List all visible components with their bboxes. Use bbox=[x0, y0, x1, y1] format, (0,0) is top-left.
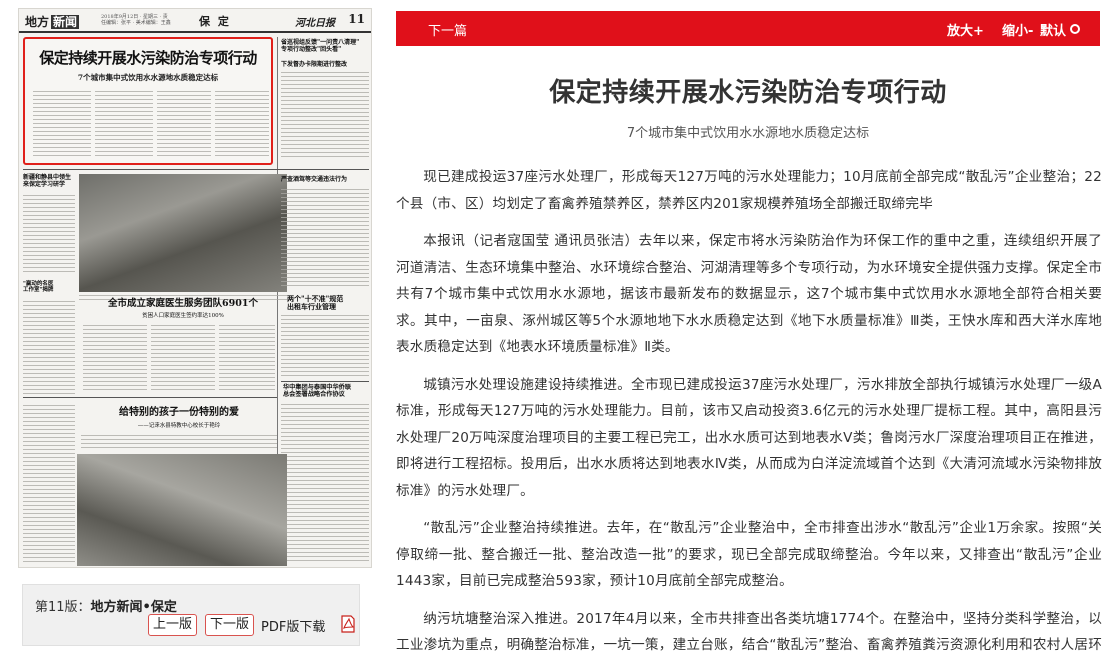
story-headline[interactable]: 华中集团与泰国中华侨联 总会签署战略合作协议 bbox=[283, 384, 371, 398]
text-block bbox=[281, 404, 369, 564]
article-paragraph: 纳污坑塘整治深入推进。2017年4月以来，全市共排查出各类坑塘1774个。在整治… bbox=[396, 610, 1102, 654]
highlighted-article-region[interactable]: 保定持续开展水污染防治专项行动 7个城市集中式饮用水水源地水质稳定达标 bbox=[23, 37, 273, 165]
news-photo bbox=[77, 454, 287, 566]
text-block bbox=[33, 91, 91, 159]
next-page-button[interactable]: 下一版 bbox=[205, 614, 255, 636]
default-size-button[interactable]: 默认 bbox=[1040, 20, 1066, 39]
masthead-date: 2018年9月12日 · 星期三 · 责任编辑：张平 · 美术编辑：王鑫 bbox=[101, 14, 171, 26]
text-block bbox=[281, 72, 369, 158]
text-block bbox=[215, 91, 269, 159]
story-headline[interactable]: 严查酒驾等交通违法行为 bbox=[281, 176, 371, 184]
row-rule bbox=[23, 169, 369, 170]
page-label: 第11版：地方新闻•保定 bbox=[35, 600, 177, 615]
masthead-brand: 河北日报 bbox=[295, 18, 335, 29]
newspaper-page-thumbnail[interactable]: 地方 新闻 2018年9月12日 · 星期三 · 责任编辑：张平 · 美术编辑：王… bbox=[18, 8, 372, 568]
article-title: 保定持续开展水污染防治专项行动 bbox=[549, 78, 947, 108]
article-paragraph: 城镇污水处理设施建设持续推进。全市现已建成投运37座污水处理厂，污水排放全部执行… bbox=[396, 376, 1102, 499]
story-headline[interactable]: 下发督办卡限期进行整改 bbox=[281, 61, 371, 69]
page-info-box: 第11版：地方新闻•保定 上一版 下一版 PDF版下载 bbox=[22, 584, 360, 646]
masthead-section: 保 定 bbox=[199, 15, 231, 28]
article-toolbar: 下一篇 放大+ 缩小- 默认 bbox=[396, 11, 1100, 46]
article-subtitle: 7个城市集中式饮用水水源地水质稳定达标 bbox=[626, 126, 870, 141]
zoom-in-button[interactable]: 放大+ bbox=[947, 20, 984, 39]
preview-article-title: 保定持续开展水污染防治专项行动 bbox=[39, 49, 257, 67]
text-block bbox=[81, 435, 277, 451]
preview-article-subtitle: 7个城市集中式饮用水水源地水质稳定达标 bbox=[77, 73, 219, 82]
text-block bbox=[95, 91, 153, 159]
text-block bbox=[281, 315, 369, 379]
text-block bbox=[23, 405, 75, 565]
article-paragraph: 现已建成投运37座污水处理厂，形成每天127万吨的污水处理能力；10月底前全部完… bbox=[396, 169, 1102, 212]
story-subheadline: ——记涞水县特教中心校长于艳玲 bbox=[137, 423, 221, 429]
text-block bbox=[157, 91, 211, 159]
row-rule bbox=[23, 397, 277, 398]
article-paragraph: “散乱污”企业整治持续推进。去年，在“散乱污”企业整治中，全市排查出涉水“散乱污… bbox=[396, 520, 1102, 589]
masthead-page-number: 11 bbox=[348, 12, 365, 26]
masthead-section-tag: 地方 新闻 bbox=[25, 15, 80, 29]
pdf-download-link[interactable]: PDF版下载 bbox=[261, 616, 325, 635]
row-rule bbox=[281, 381, 369, 382]
text-block bbox=[23, 195, 75, 275]
pdf-icon[interactable] bbox=[340, 615, 356, 633]
text-block bbox=[151, 325, 215, 393]
article-body: 现已建成投运37座污水处理厂，形成每天127万吨的污水处理能力；10月底前全部完… bbox=[396, 164, 1102, 663]
article-paragraph: 本报讯（记者寇国莹 通讯员张洁）去年以来，保定市将水污染防治作为环保工作的重中之… bbox=[396, 233, 1102, 355]
page-preview-panel: 地方 新闻 2018年9月12日 · 星期三 · 责任编辑：张平 · 美术编辑：王… bbox=[0, 0, 378, 663]
zoom-out-button[interactable]: 缩小- bbox=[1002, 20, 1033, 39]
text-block bbox=[23, 301, 75, 401]
story-headline[interactable]: 给特别的孩子一份特别的爱 bbox=[81, 407, 277, 419]
prev-page-button[interactable]: 上一版 bbox=[148, 614, 198, 636]
circle-icon[interactable] bbox=[1070, 24, 1080, 34]
story-headline[interactable]: 新疆和静县中领生 来保定学习研学 bbox=[23, 174, 77, 189]
text-block bbox=[219, 325, 275, 393]
story-headline[interactable]: 两个"十不准"规范 出租车行业管理 bbox=[287, 294, 371, 311]
text-block bbox=[281, 189, 369, 289]
news-photo bbox=[79, 174, 287, 292]
next-article-link[interactable]: 下一篇 bbox=[428, 20, 467, 39]
story-headline[interactable]: 全市成立家庭医生服务团队6901个 bbox=[85, 298, 281, 310]
newspaper-masthead: 地方 新闻 2018年9月12日 · 星期三 · 责任编辑：张平 · 美术编辑：王… bbox=[19, 9, 371, 33]
text-block bbox=[83, 325, 147, 393]
story-headline[interactable]: "赢动的名医 工作室"揭牌 bbox=[23, 281, 77, 294]
story-headline[interactable]: 省巡视组反馈"一问责八清理" 专项行动整改"回头看" bbox=[281, 39, 371, 54]
story-subheadline: 贫困人口家庭医生签约率达100% bbox=[142, 313, 224, 319]
